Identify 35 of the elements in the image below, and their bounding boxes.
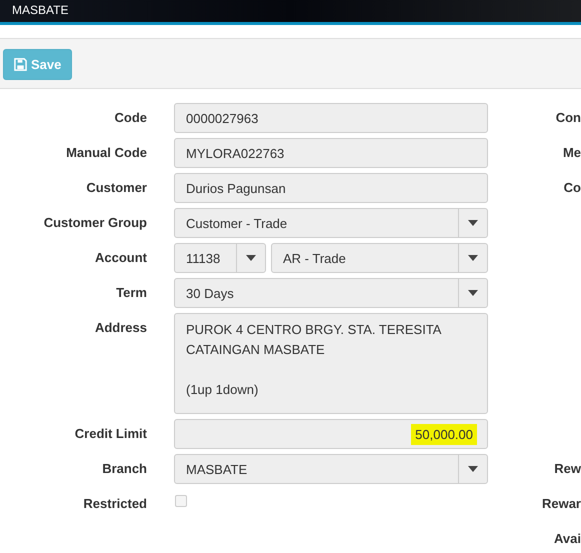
text-field[interactable]: 0000027963 (174, 103, 488, 133)
field-label: Code (114, 109, 147, 127)
select-field[interactable]: AR - Trade (271, 243, 488, 273)
header-title: MASBATE (12, 3, 68, 17)
caret-icon (468, 466, 478, 472)
field-label: Manual Code (65, 144, 147, 162)
address-field[interactable]: PUROK 4 CENTRO BRGY. STA. TERESITA CATAINGAN MASBATE (1up 1down) (174, 313, 488, 414)
field-label: Credit Limit (74, 425, 147, 443)
field-label: Me (562, 144, 581, 162)
caret-icon (468, 290, 478, 296)
field-value: 50,000.00 (411, 424, 477, 444)
text-field[interactable]: Durios Pagunsan (174, 173, 488, 203)
select-field[interactable]: 30 Days (174, 278, 488, 308)
field-label: Co (562, 179, 581, 197)
field-label: Account (94, 249, 147, 267)
select-field[interactable]: MASBATE (174, 454, 488, 484)
field-label: Con (554, 109, 581, 127)
floppy-icon (14, 58, 27, 71)
select-field[interactable]: Customer - Trade (174, 208, 488, 238)
field-label: Customer (85, 179, 147, 197)
field-label: Customer Group (42, 214, 147, 232)
field-label: Branch (101, 460, 147, 478)
checkbox[interactable] (175, 495, 187, 507)
caret-icon (246, 255, 256, 261)
caret-icon (468, 255, 478, 261)
field-label: Avai (553, 530, 581, 548)
field-label: Rewar (540, 495, 581, 513)
caret-icon (468, 220, 478, 226)
number-field[interactable]: 50,000.00 (174, 419, 488, 449)
text-field[interactable]: MYLORA022763 (174, 138, 488, 168)
field-label: Term (115, 284, 147, 302)
field-label: Rew (553, 460, 581, 478)
field-label: Restricted (82, 495, 147, 513)
field-label: Address (94, 319, 147, 337)
select-field[interactable]: 11138 (174, 243, 266, 273)
